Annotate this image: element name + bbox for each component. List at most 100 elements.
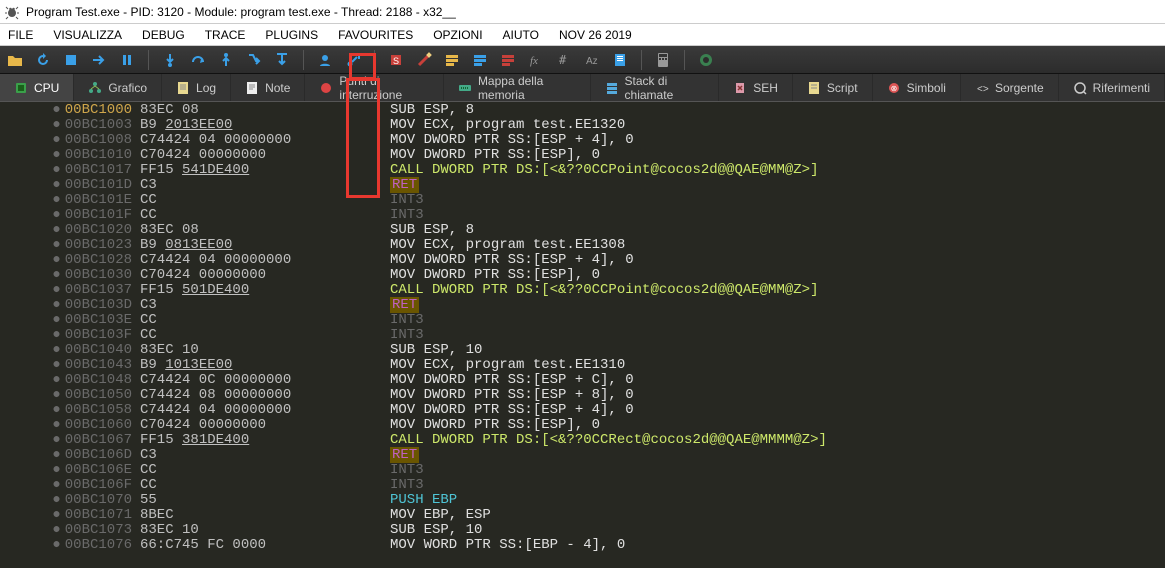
cpu-icon (14, 81, 28, 95)
trace-into-icon[interactable] (245, 51, 263, 69)
tab-call-stack[interactable]: Stack di chiamate (591, 74, 720, 101)
pause-icon[interactable] (118, 51, 136, 69)
disasm-row[interactable]: ●00BC100083EC 08SUB ESP, 8 (0, 103, 1165, 118)
disassembly-view[interactable]: ●00BC100083EC 08SUB ESP, 8●00BC1003B9 20… (0, 102, 1165, 553)
mnemonic-column: INT3 (390, 478, 1165, 493)
calculator-icon[interactable] (654, 51, 672, 69)
disasm-row[interactable]: ●00BC107383EC 10SUB ESP, 10 (0, 523, 1165, 538)
disasm-row[interactable]: ●00BC1010C70424 00000000MOV DWORD PTR SS… (0, 148, 1165, 163)
mnemonic-column: CALL DWORD PTR DS:[<&??0CCRect@cocos2d@@… (390, 433, 1165, 448)
disasm-row[interactable]: ●00BC103ECCINT3 (0, 313, 1165, 328)
disasm-row[interactable]: ●00BC1017FF15 541DE400CALL DWORD PTR DS:… (0, 163, 1165, 178)
menu-favourites[interactable]: FAVOURITES (338, 28, 413, 42)
patches-icon[interactable] (415, 51, 433, 69)
tab-source[interactable]: <> Sorgente (961, 74, 1059, 101)
disasm-row[interactable]: ●00BC1030C70424 00000000MOV DWORD PTR SS… (0, 268, 1165, 283)
menu-date[interactable]: NOV 26 2019 (559, 28, 632, 42)
disasm-row[interactable]: ●00BC102083EC 08SUB ESP, 8 (0, 223, 1165, 238)
menu-debug[interactable]: DEBUG (142, 28, 185, 42)
menu-visualizza[interactable]: VISUALIZZA (53, 28, 122, 42)
disasm-row[interactable]: ●00BC1037FF15 501DE400CALL DWORD PTR DS:… (0, 283, 1165, 298)
disasm-row[interactable]: ●00BC104083EC 10SUB ESP, 10 (0, 343, 1165, 358)
disasm-row[interactable]: ●00BC101FCCINT3 (0, 208, 1165, 223)
stop-icon[interactable] (62, 51, 80, 69)
disasm-row[interactable]: ●00BC107055PUSH EBP (0, 493, 1165, 508)
calls-icon[interactable] (611, 51, 629, 69)
tab-label: CPU (34, 81, 59, 95)
tab-log[interactable]: Log (162, 74, 231, 101)
disasm-row[interactable]: ●00BC1060C70424 00000000MOV DWORD PTR SS… (0, 418, 1165, 433)
step-into-icon[interactable] (161, 51, 179, 69)
tab-memory-map[interactable]: Mappa della memoria (444, 74, 591, 101)
disasm-row[interactable]: ●00BC103FCCINT3 (0, 328, 1165, 343)
mnemonic-column: SUB ESP, 8 (390, 223, 1165, 238)
run-icon[interactable] (90, 51, 108, 69)
functions-icon[interactable]: fx (527, 51, 545, 69)
bytes-column: 83EC 08 (140, 103, 390, 118)
menu-aiuto[interactable]: AIUTO (503, 28, 539, 42)
separator (148, 50, 149, 70)
disasm-row[interactable]: ●00BC1028C74424 04 00000000MOV DWORD PTR… (0, 253, 1165, 268)
disasm-row[interactable]: ●00BC106FCCINT3 (0, 478, 1165, 493)
disasm-row[interactable]: ●00BC1008C74424 04 00000000MOV DWORD PTR… (0, 133, 1165, 148)
disasm-row[interactable]: ●00BC1050C74424 08 00000000MOV DWORD PTR… (0, 388, 1165, 403)
disasm-row[interactable]: ●00BC1058C74424 04 00000000MOV DWORD PTR… (0, 403, 1165, 418)
bytes-column: C74424 08 00000000 (140, 388, 390, 403)
labels-icon[interactable] (471, 51, 489, 69)
menu-opzioni[interactable]: OPZIONI (433, 28, 482, 42)
menu-trace[interactable]: TRACE (205, 28, 246, 42)
open-folder-icon[interactable] (6, 51, 24, 69)
disasm-row[interactable]: ●00BC106ECCINT3 (0, 463, 1165, 478)
restart-icon[interactable] (34, 51, 52, 69)
bytes-column: C70424 00000000 (140, 418, 390, 433)
separator (684, 50, 685, 70)
disasm-row[interactable]: ●00BC103DC3RET (0, 298, 1165, 313)
bookmarks-icon[interactable] (499, 51, 517, 69)
bytes-column: C70424 00000000 (140, 148, 390, 163)
disasm-row[interactable]: ●00BC10718BECMOV EBP, ESP (0, 508, 1165, 523)
comments-icon[interactable] (443, 51, 461, 69)
disasm-row[interactable]: ●00BC1048C74424 0C 00000000MOV DWORD PTR… (0, 373, 1165, 388)
bytes-column: C74424 04 00000000 (140, 253, 390, 268)
disasm-row[interactable]: ●00BC101ECCINT3 (0, 193, 1165, 208)
mnemonic-column: MOV DWORD PTR SS:[ESP], 0 (390, 268, 1165, 283)
menu-file[interactable]: FILE (8, 28, 33, 42)
disasm-row[interactable]: ●00BC106DC3RET (0, 448, 1165, 463)
disasm-row[interactable]: ●00BC1067FF15 381DE400CALL DWORD PTR DS:… (0, 433, 1165, 448)
run-to-user-icon[interactable] (316, 51, 334, 69)
tab-label: Note (265, 81, 290, 95)
tab-seh[interactable]: SEH (719, 74, 793, 101)
references-icon (1073, 81, 1087, 95)
address-gutter: ●00BC1003 (0, 118, 140, 133)
disasm-row[interactable]: ●00BC101DC3RET (0, 178, 1165, 193)
address-gutter: ●00BC103D (0, 298, 140, 313)
mnemonic-column: INT3 (390, 463, 1165, 478)
tab-references[interactable]: Riferimenti (1059, 74, 1165, 101)
variables-icon[interactable]: # (555, 51, 573, 69)
disasm-row[interactable]: ●00BC1003B9 2013EE00MOV ECX, program tes… (0, 118, 1165, 133)
address-gutter: ●00BC1050 (0, 388, 140, 403)
tab-symbols[interactable]: ⊗ Simboli (873, 74, 961, 101)
settings-icon[interactable] (697, 51, 715, 69)
run-to-selection-icon[interactable] (344, 51, 362, 69)
bytes-column: FF15 541DE400 (140, 163, 390, 178)
disasm-row[interactable]: ●00BC1023B9 0813EE00MOV ECX, program tes… (0, 238, 1165, 253)
tab-script[interactable]: Script (793, 74, 873, 101)
disasm-row[interactable]: ●00BC107666:C745 FC 0000MOV WORD PTR SS:… (0, 538, 1165, 553)
step-out-icon[interactable] (217, 51, 235, 69)
tab-grafico[interactable]: Grafico (74, 74, 162, 101)
bytes-column: B9 0813EE00 (140, 238, 390, 253)
svg-text:⊗: ⊗ (890, 84, 897, 93)
address-gutter: ●00BC1043 (0, 358, 140, 373)
strings-icon[interactable]: Az (583, 51, 601, 69)
mnemonic-column: RET (390, 448, 1165, 463)
tab-cpu[interactable]: CPU (0, 74, 74, 101)
scylla-icon[interactable]: S (387, 51, 405, 69)
tab-breakpoints[interactable]: Punti di interruzione (305, 74, 444, 101)
menu-plugins[interactable]: PLUGINS (265, 28, 318, 42)
disasm-row[interactable]: ●00BC1043B9 1013EE00MOV ECX, program tes… (0, 358, 1165, 373)
notes-icon (245, 81, 259, 95)
step-over-icon[interactable] (189, 51, 207, 69)
tab-note[interactable]: Note (231, 74, 305, 101)
trace-over-icon[interactable] (273, 51, 291, 69)
